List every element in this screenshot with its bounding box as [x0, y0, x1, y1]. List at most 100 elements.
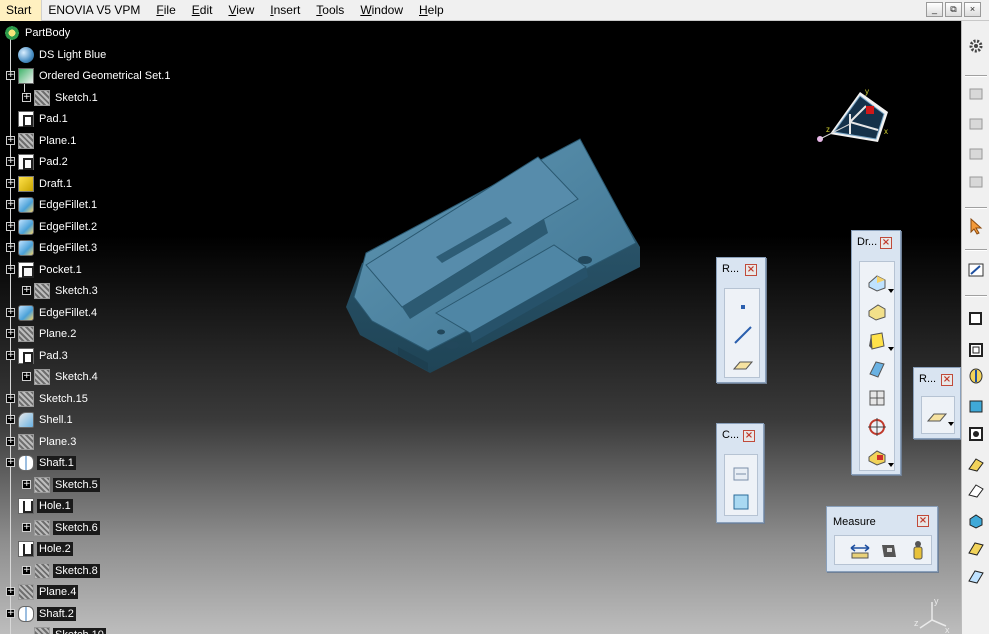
measure-inertia-icon[interactable] — [907, 539, 929, 561]
close-icon[interactable]: × — [941, 374, 953, 386]
sketch-tool-icon[interactable] — [967, 145, 985, 163]
sketcher-icon[interactable] — [967, 261, 985, 279]
expand-toggle-icon[interactable]: + — [22, 286, 31, 295]
tree-node[interactable]: + EdgeFillet.2 — [6, 218, 99, 236]
tree-node[interactable]: + Plane.1 — [6, 132, 78, 150]
expand-toggle-icon[interactable]: + — [6, 393, 15, 403]
tree-node[interactable]: + Plane.2 — [6, 325, 78, 343]
expand-toggle-icon[interactable]: + — [6, 458, 15, 467]
tree-node[interactable]: + Sketch.1 — [22, 89, 100, 107]
tree-node[interactable]: DS Light Blue — [18, 46, 108, 64]
compass-widget[interactable]: y x z — [816, 84, 896, 150]
tree-node[interactable]: + Sketch.15 — [6, 390, 90, 408]
groove-icon[interactable] — [967, 397, 985, 415]
sketch-tool-icon[interactable] — [967, 115, 985, 133]
select-cursor-icon[interactable] — [967, 217, 985, 235]
sketch-tool-icon[interactable] — [967, 85, 985, 103]
tree-node[interactable]: Sketch.10 — [34, 626, 106, 634]
expand-toggle-icon[interactable]: + — [6, 350, 15, 360]
measure-between-icon[interactable] — [849, 539, 871, 561]
expand-toggle-icon[interactable]: + — [6, 587, 15, 596]
hole-icon[interactable] — [967, 425, 985, 443]
plane-icon[interactable] — [926, 404, 954, 426]
tree-node[interactable]: + EdgeFillet.1 — [6, 196, 99, 214]
menu-start[interactable]: Start — [0, 0, 43, 21]
menu-enovia[interactable]: ENOVIA V5 VPM — [42, 0, 150, 21]
menu-edit[interactable]: Edit — [186, 0, 223, 21]
tree-node[interactable]: + Pad.2 — [6, 153, 70, 171]
menu-view[interactable]: View — [222, 0, 264, 21]
menu-file[interactable]: File — [150, 0, 185, 21]
close-icon[interactable]: × — [917, 515, 929, 527]
tree-node[interactable]: + Sketch.5 — [22, 476, 100, 494]
stiffener-icon[interactable] — [967, 511, 985, 529]
menu-insert[interactable]: Insert — [264, 0, 310, 21]
tree-node[interactable]: Pad.1 — [18, 110, 70, 128]
slot-icon[interactable] — [967, 481, 985, 499]
close-icon[interactable]: × — [743, 430, 755, 442]
close-button[interactable]: × — [964, 2, 981, 17]
expand-toggle-icon[interactable]: + — [6, 329, 15, 338]
shaft-icon[interactable] — [967, 367, 985, 385]
tree-node[interactable]: + Plane.4 — [6, 583, 79, 601]
tree-node[interactable]: + Pad.3 — [6, 347, 70, 365]
expand-toggle-icon[interactable]: + — [6, 415, 15, 424]
expand-toggle-icon[interactable]: + — [6, 608, 15, 618]
pad-icon[interactable] — [967, 309, 985, 327]
measure-item-icon[interactable] — [878, 539, 900, 561]
remove-loft-icon[interactable] — [967, 567, 985, 585]
expand-toggle-icon[interactable]: + — [22, 565, 31, 575]
remove-face-icon[interactable] — [866, 445, 894, 467]
tree-node[interactable]: + Sketch.4 — [22, 368, 100, 386]
tree-node[interactable]: + Sketch.6 — [22, 519, 100, 537]
tree-node[interactable]: + Shaft.2 — [6, 605, 76, 623]
tree-node[interactable]: PartBody — [4, 24, 72, 42]
expand-toggle-icon[interactable]: + — [22, 92, 31, 102]
tree-node[interactable]: + EdgeFillet.3 — [6, 239, 99, 257]
minimize-button[interactable]: _ — [926, 2, 943, 17]
point-icon[interactable] — [732, 296, 754, 318]
line-icon[interactable] — [732, 324, 754, 346]
tree-node[interactable]: + Shaft.1 — [6, 454, 76, 472]
expand-toggle-icon[interactable]: + — [6, 307, 15, 317]
edge-fillet-icon[interactable] — [866, 271, 894, 293]
tree-node[interactable]: + Plane.3 — [6, 433, 78, 451]
shell-icon[interactable] — [866, 358, 888, 380]
draft-icon[interactable] — [866, 329, 894, 351]
expand-toggle-icon[interactable]: + — [22, 522, 31, 532]
expand-toggle-icon[interactable]: + — [6, 243, 15, 252]
expand-toggle-icon[interactable]: + — [22, 479, 31, 489]
thread-icon[interactable] — [866, 416, 888, 438]
close-icon[interactable]: × — [880, 237, 892, 249]
expand-toggle-icon[interactable]: + — [22, 372, 31, 381]
constraint-icon[interactable] — [730, 462, 752, 484]
sketch-tool-icon[interactable] — [967, 173, 985, 191]
gear-icon[interactable] — [967, 37, 985, 55]
expand-toggle-icon[interactable]: + — [6, 178, 15, 188]
menu-help[interactable]: Help — [413, 0, 454, 21]
expand-toggle-icon[interactable]: + — [6, 264, 15, 274]
tree-node[interactable]: + Sketch.3 — [22, 282, 100, 300]
close-icon[interactable]: × — [745, 264, 757, 276]
loft-icon[interactable] — [967, 539, 985, 557]
tree-node[interactable]: + Ordered Geometrical Set.1 — [6, 67, 172, 85]
expand-toggle-icon[interactable]: + — [6, 436, 15, 446]
expand-toggle-icon[interactable]: + — [6, 71, 15, 80]
tree-node[interactable]: + EdgeFillet.4 — [6, 304, 99, 322]
menu-window[interactable]: Window — [354, 0, 413, 21]
pocket-icon[interactable] — [967, 341, 985, 359]
rib-icon[interactable] — [967, 455, 985, 473]
expand-toggle-icon[interactable]: + — [6, 221, 15, 231]
plane-icon[interactable] — [732, 352, 754, 374]
menu-tools[interactable]: Tools — [310, 0, 354, 21]
expand-toggle-icon[interactable]: + — [6, 135, 15, 145]
tree-node[interactable]: + Sketch.8 — [22, 562, 100, 580]
thickness-icon[interactable] — [866, 387, 888, 409]
constraint-box-icon[interactable] — [730, 490, 752, 512]
tree-node[interactable]: Hole.2 — [18, 540, 73, 558]
expand-toggle-icon[interactable]: + — [6, 200, 15, 209]
tree-node[interactable]: + Shell.1 — [6, 411, 75, 429]
tree-node[interactable]: Hole.1 — [18, 497, 73, 515]
expand-toggle-icon[interactable]: + — [6, 157, 15, 166]
tree-node[interactable]: + Pocket.1 — [6, 261, 84, 279]
